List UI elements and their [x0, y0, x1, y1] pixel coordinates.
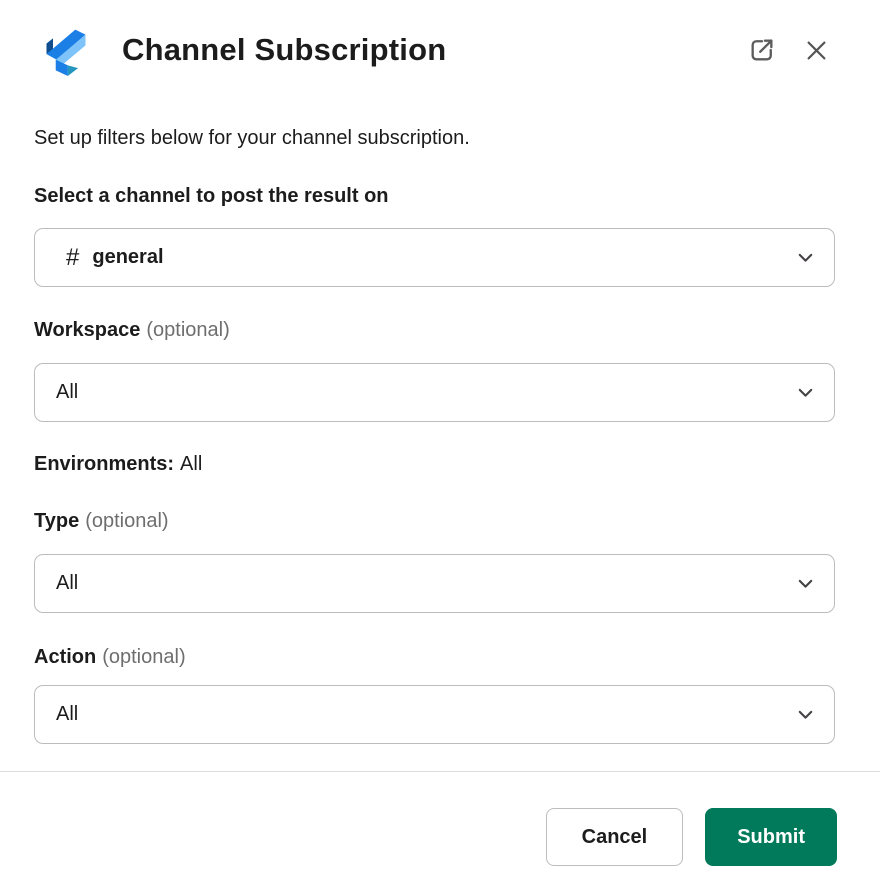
workspace-select-value: All [56, 381, 78, 404]
cancel-button[interactable]: Cancel [546, 808, 684, 866]
modal-footer: Cancel Submit [0, 808, 880, 866]
chevron-down-icon [793, 702, 818, 727]
environments-label: Environments: [34, 453, 174, 475]
close-button[interactable] [803, 37, 830, 64]
type-field-label: Type (optional) [34, 509, 835, 533]
action-select-value: All [56, 703, 78, 726]
type-optional-text: (optional) [85, 510, 168, 532]
app-logo-icon [40, 24, 92, 76]
intro-text: Set up filters below for your channel su… [34, 126, 835, 150]
chevron-down-icon [793, 245, 818, 270]
workspace-label-text: Workspace [34, 319, 140, 341]
type-select-value: All [56, 572, 78, 595]
environments-value: All [180, 453, 202, 475]
hash-icon: # [66, 244, 79, 272]
header-actions [748, 36, 830, 64]
close-icon [803, 37, 830, 64]
action-select[interactable]: All [34, 685, 835, 744]
channel-select[interactable]: # general [34, 228, 835, 287]
modal-title: Channel Subscription [122, 24, 748, 76]
type-label-text: Type [34, 510, 79, 532]
action-label-text: Action [34, 646, 96, 668]
action-field-label: Action (optional) [34, 645, 835, 669]
external-link-icon [748, 36, 776, 64]
channel-select-value: general [92, 246, 163, 269]
open-external-button[interactable] [748, 36, 776, 64]
environments-summary: Environments: All [34, 452, 835, 476]
modal-header: Channel Subscription [0, 0, 880, 76]
channel-field-label: Select a channel to post the result on [34, 184, 835, 208]
footer-divider [0, 771, 880, 772]
action-optional-text: (optional) [102, 646, 185, 668]
chevron-down-icon [793, 571, 818, 596]
chevron-down-icon [793, 380, 818, 405]
channel-subscription-modal: Channel Subscription Set up filters belo… [0, 0, 880, 892]
type-select[interactable]: All [34, 554, 835, 613]
submit-button[interactable]: Submit [705, 808, 837, 866]
workspace-field-label: Workspace (optional) [34, 318, 835, 342]
workspace-select[interactable]: All [34, 363, 835, 422]
workspace-optional-text: (optional) [146, 319, 229, 341]
modal-body: Set up filters below for your channel su… [0, 126, 880, 744]
